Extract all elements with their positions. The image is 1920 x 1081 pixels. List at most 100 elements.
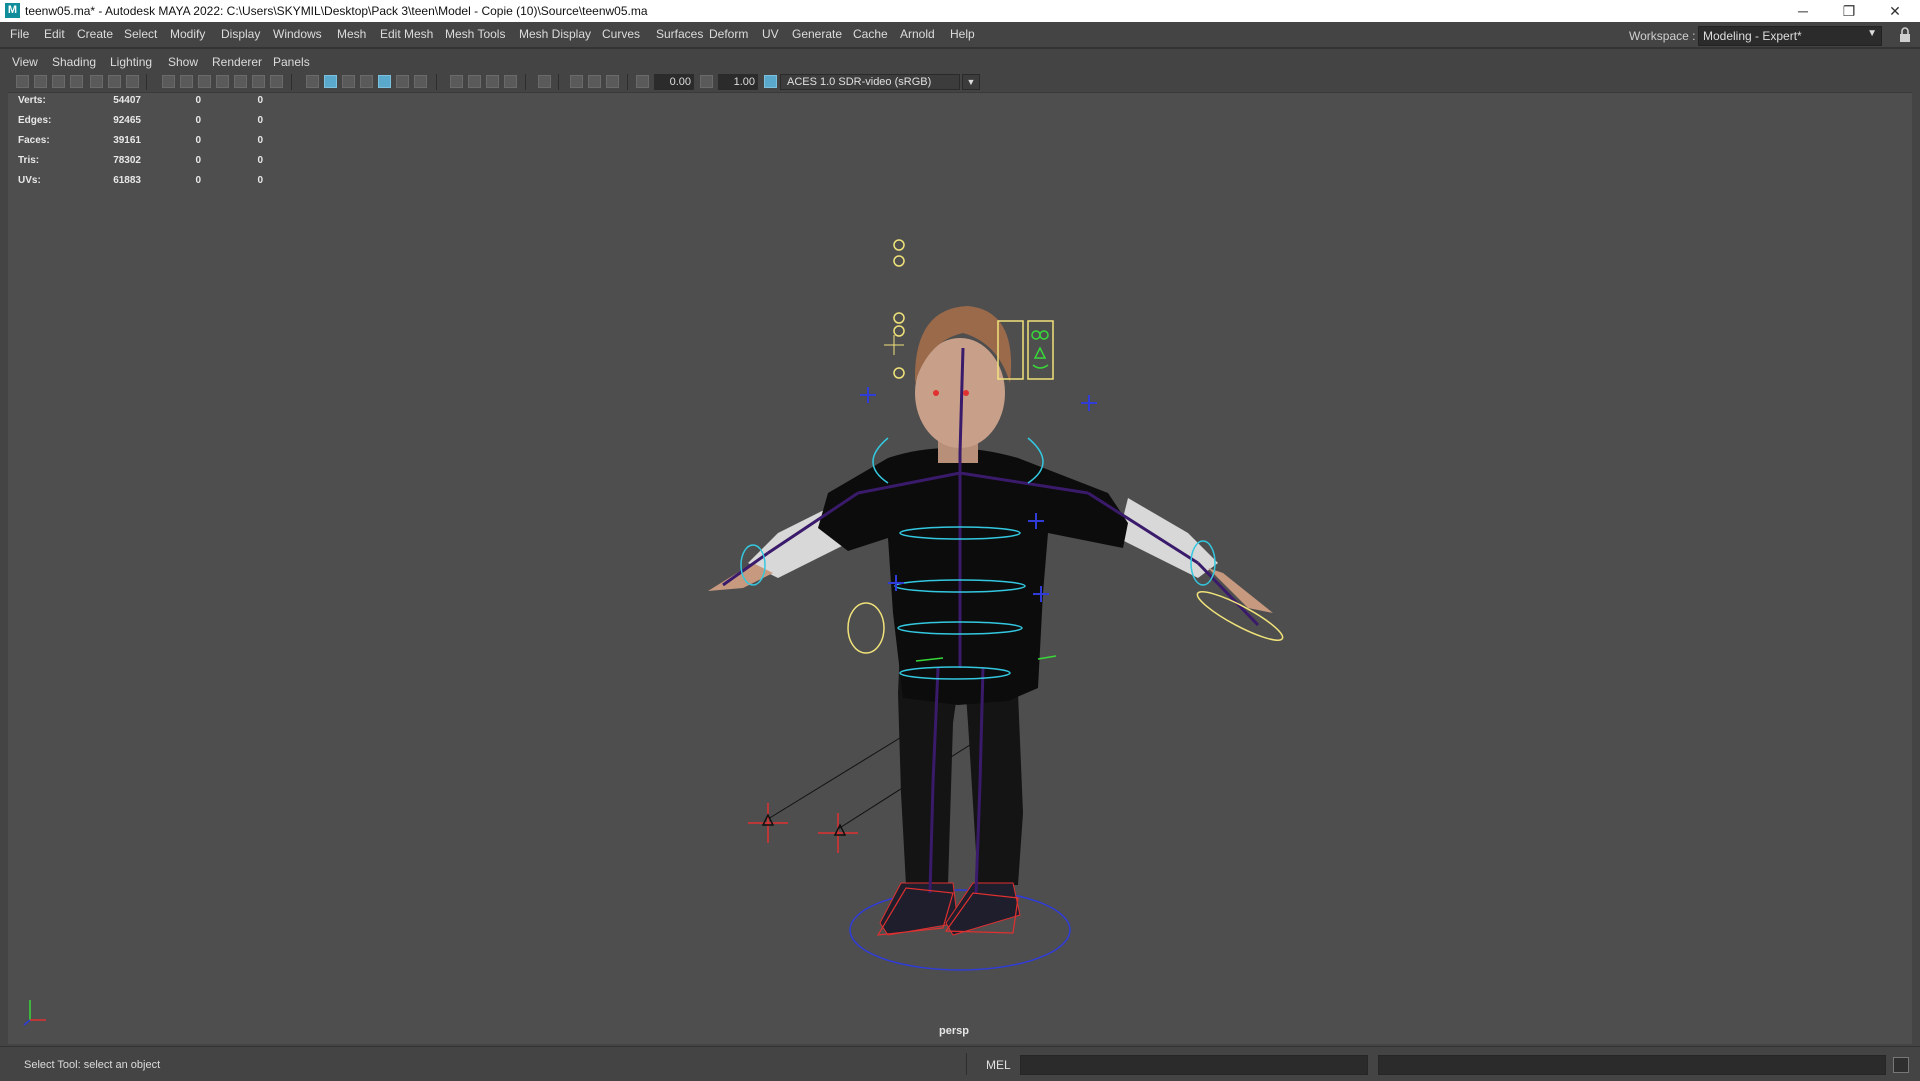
wireframe-on-shaded-icon[interactable] xyxy=(360,75,373,88)
pencil-icon[interactable] xyxy=(126,75,139,88)
toolbar-separator xyxy=(525,74,526,90)
textured-icon[interactable] xyxy=(378,75,391,88)
backface-culling-icon[interactable] xyxy=(606,75,619,88)
menu-modify[interactable]: Modify xyxy=(170,27,205,41)
exposure-field[interactable]: 0.00 xyxy=(654,74,694,90)
menu-edit[interactable]: Edit xyxy=(44,27,65,41)
menu-generate[interactable]: Generate xyxy=(792,27,842,41)
toolbar-separator xyxy=(558,74,559,90)
head-locator[interactable] xyxy=(884,335,904,355)
toolbar-separator xyxy=(291,74,292,90)
menu-select[interactable]: Select xyxy=(124,27,157,41)
menu-cache[interactable]: Cache xyxy=(853,27,888,41)
script-editor-icon[interactable] xyxy=(1893,1057,1909,1073)
resolution-gate-icon[interactable] xyxy=(198,75,211,88)
minimize-button[interactable]: ─ xyxy=(1780,0,1826,22)
depth-of-field-icon[interactable] xyxy=(504,75,517,88)
close-button[interactable]: ✕ xyxy=(1872,0,1918,22)
menu-mesh-display[interactable]: Mesh Display xyxy=(519,27,591,41)
restore-button[interactable]: ❐ xyxy=(1826,0,1872,22)
menu-edit-mesh[interactable]: Edit Mesh xyxy=(380,27,433,41)
screen-space-ao-icon[interactable] xyxy=(450,75,463,88)
motion-blur-icon[interactable] xyxy=(468,75,481,88)
menu-mesh-tools[interactable]: Mesh Tools xyxy=(445,27,505,41)
command-language-toggle[interactable]: MEL xyxy=(986,1058,1011,1072)
menu-surfaces[interactable]: Surfaces xyxy=(656,27,703,41)
film-gate-icon[interactable] xyxy=(180,75,193,88)
workspace-dropdown[interactable]: Modeling - Expert* ▼ xyxy=(1698,26,1882,46)
menu-create[interactable]: Create xyxy=(77,27,113,41)
field-chart-icon[interactable] xyxy=(234,75,247,88)
perspective-viewport[interactable]: Verts: 54407 0 0 Edges: 92465 0 0 Faces:… xyxy=(8,92,1912,1044)
gate-mask-icon[interactable] xyxy=(216,75,229,88)
viewport-toolbar: 0.00 1.00 ACES 1.0 SDR-video (sRGB) ▼ xyxy=(8,72,1912,92)
pole-vector-control[interactable] xyxy=(748,803,788,843)
safe-title-icon[interactable] xyxy=(270,75,283,88)
character-rig-scene[interactable] xyxy=(8,93,1912,1044)
help-command-line: Select Tool: select an object MEL xyxy=(0,1046,1920,1081)
title-bar: M teenw05.ma* - Autodesk MAYA 2022: C:\U… xyxy=(0,0,1920,22)
use-all-lights-icon[interactable] xyxy=(396,75,409,88)
menu-arnold[interactable]: Arnold xyxy=(900,27,935,41)
axis-gizmo-icon xyxy=(23,1000,46,1026)
menu-help[interactable]: Help xyxy=(950,27,975,41)
panel-menu-renderer[interactable]: Renderer xyxy=(212,55,262,69)
panel-menu-show[interactable]: Show xyxy=(168,55,198,69)
2d-pan-zoom-icon[interactable] xyxy=(108,75,121,88)
command-line-input[interactable] xyxy=(1020,1055,1368,1075)
maya-logo-icon: M xyxy=(5,3,20,18)
menu-file[interactable]: File xyxy=(10,27,29,41)
menu-mesh[interactable]: Mesh xyxy=(337,27,366,41)
workspace-value: Modeling - Expert* xyxy=(1703,29,1802,43)
bookmark-icon[interactable] xyxy=(52,75,65,88)
color-management-icon[interactable] xyxy=(764,75,777,88)
gamma-field[interactable]: 1.00 xyxy=(718,74,758,90)
menu-windows[interactable]: Windows xyxy=(273,27,322,41)
workspace-label: Workspace : xyxy=(1629,29,1696,43)
safe-action-icon[interactable] xyxy=(252,75,265,88)
command-result-field xyxy=(1378,1055,1886,1075)
panel-menu-shading[interactable]: Shading xyxy=(52,55,96,69)
panel-menu-view[interactable]: View xyxy=(12,55,38,69)
help-line-message: Select Tool: select an object xyxy=(24,1059,161,1071)
camera-name-label: persp xyxy=(939,1025,969,1037)
menu-curves[interactable]: Curves xyxy=(602,27,640,41)
smooth-shade-icon[interactable] xyxy=(324,75,337,88)
exposure-icon[interactable] xyxy=(636,75,649,88)
grease-pencil-icon[interactable] xyxy=(90,75,103,88)
view-transform-dropdown[interactable]: ACES 1.0 SDR-video (sRGB) xyxy=(780,74,960,90)
shadows-icon[interactable] xyxy=(414,75,427,88)
isolate-select-icon[interactable] xyxy=(538,75,551,88)
camera-select-icon[interactable] xyxy=(16,75,29,88)
panel-menu-panels[interactable]: Panels xyxy=(273,55,310,69)
menu-divider xyxy=(0,47,1920,49)
toolbar-separator xyxy=(627,74,628,90)
character-shoe-right xyxy=(945,882,1021,936)
xray-joints-icon[interactable] xyxy=(588,75,601,88)
status-separator xyxy=(966,1053,967,1075)
camera-lock-icon[interactable] xyxy=(34,75,47,88)
chevron-down-icon: ▼ xyxy=(1867,28,1877,39)
gamma-icon[interactable] xyxy=(700,75,713,88)
anti-aliasing-icon[interactable] xyxy=(486,75,499,88)
toolbar-separator xyxy=(146,74,147,90)
knee-pole-line xyxy=(767,732,909,820)
wireframe-icon[interactable] xyxy=(306,75,319,88)
toolbar-separator xyxy=(436,74,437,90)
character-shirt xyxy=(818,448,1128,705)
grid-icon[interactable] xyxy=(162,75,175,88)
pole-vector-control[interactable] xyxy=(818,813,858,853)
panel-menu-lighting[interactable]: Lighting xyxy=(110,55,152,69)
menu-display[interactable]: Display xyxy=(221,27,260,41)
menu-uv[interactable]: UV xyxy=(762,27,779,41)
character-shoe-left xyxy=(879,882,959,936)
window-title: teenw05.ma* - Autodesk MAYA 2022: C:\Use… xyxy=(25,4,648,18)
image-plane-icon[interactable] xyxy=(70,75,83,88)
xray-icon[interactable] xyxy=(570,75,583,88)
view-transform-arrow-icon[interactable]: ▼ xyxy=(962,74,980,90)
character-sleeve-right xyxy=(1118,498,1218,578)
default-material-icon[interactable] xyxy=(342,75,355,88)
panel-menu-bar: View Shading Lighting Show Renderer Pane… xyxy=(8,52,1912,72)
menu-deform[interactable]: Deform xyxy=(709,27,748,41)
lock-icon[interactable] xyxy=(1898,27,1912,43)
